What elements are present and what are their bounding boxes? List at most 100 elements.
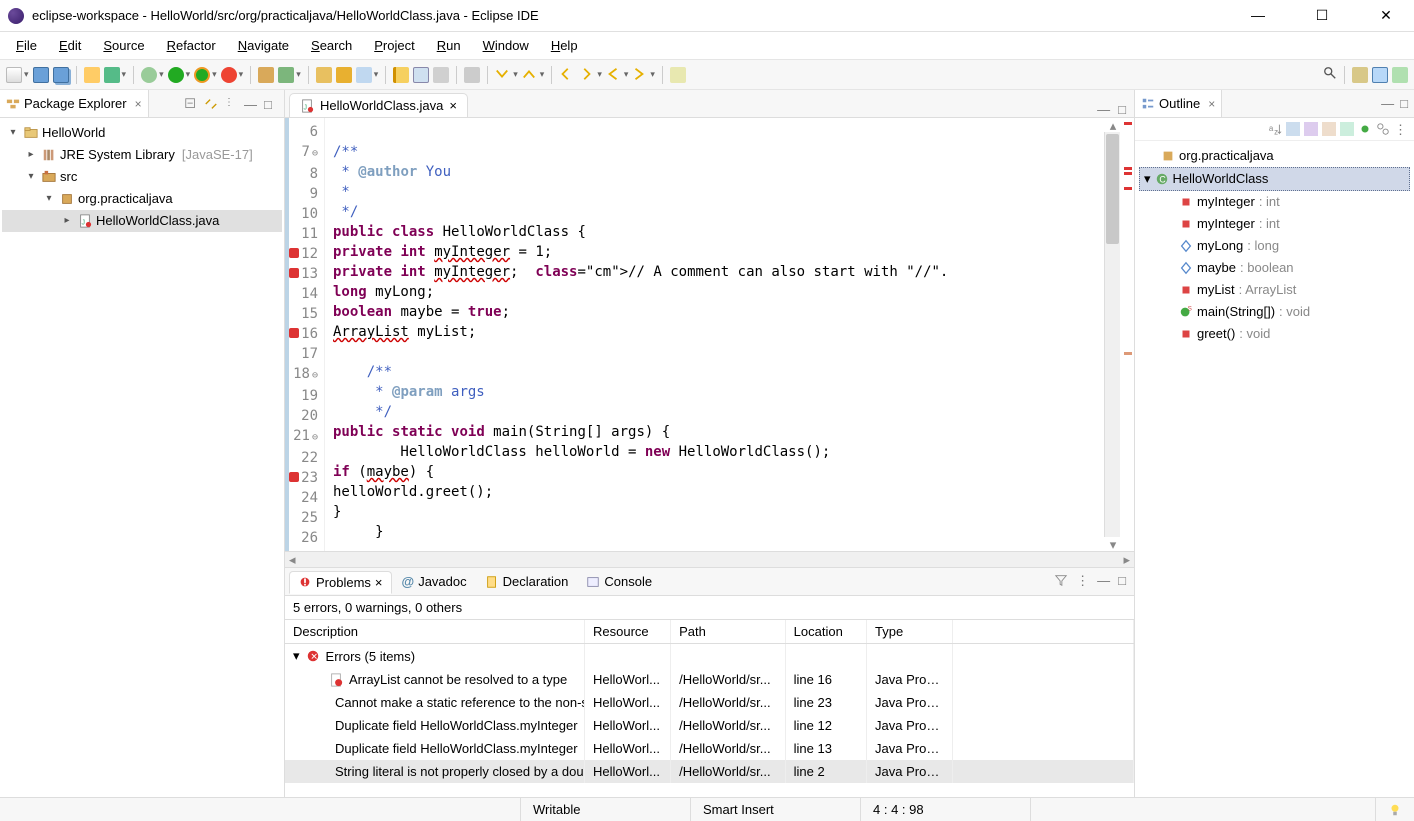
- view-menu-icon[interactable]: ⋮: [224, 97, 238, 111]
- problem-row[interactable]: String literal is not properly closed by…: [285, 760, 1134, 783]
- menu-edit[interactable]: Edit: [49, 35, 91, 56]
- save-all-icon[interactable]: [53, 67, 69, 83]
- scroll-up-icon[interactable]: ▴: [1104, 118, 1122, 132]
- next-ann-icon[interactable]: [495, 67, 511, 83]
- menu-project[interactable]: Project: [364, 35, 424, 56]
- outline-member[interactable]: greet() : void: [1139, 323, 1410, 345]
- editor-tab[interactable]: J HelloWorldClass.java ×: [289, 93, 468, 117]
- minimize-view-icon[interactable]: —: [1097, 573, 1110, 590]
- code-area[interactable]: /** * @author You * */public class Hello…: [325, 118, 1104, 551]
- task-icon[interactable]: [356, 67, 372, 83]
- filter-icon[interactable]: [1054, 573, 1068, 590]
- tab-console[interactable]: Console: [578, 571, 660, 592]
- new-package-icon[interactable]: [258, 67, 274, 83]
- outline-package[interactable]: org.practicaljava: [1139, 145, 1410, 167]
- forward-icon[interactable]: [579, 67, 595, 83]
- show-ws-icon[interactable]: [433, 67, 449, 83]
- problem-row[interactable]: Duplicate field HelloWorldClass.myIntege…: [285, 737, 1134, 760]
- twisty-icon[interactable]: ▾: [1144, 168, 1151, 190]
- search-tool-icon[interactable]: [336, 67, 352, 83]
- outline-member[interactable]: myInteger : int: [1139, 191, 1410, 213]
- menu-run[interactable]: Run: [427, 35, 471, 56]
- twisty-icon[interactable]: ▾: [6, 122, 20, 144]
- pin-editor-icon[interactable]: [670, 67, 686, 83]
- link-editor-icon[interactable]: [204, 97, 218, 111]
- build-icon[interactable]: [104, 67, 120, 83]
- maximize-view-icon[interactable]: □: [1400, 96, 1408, 111]
- debug-perspective-icon[interactable]: [1392, 67, 1408, 83]
- view-menu-icon[interactable]: ⋮: [1394, 122, 1408, 136]
- menu-source[interactable]: Source: [93, 35, 154, 56]
- overview-ruler[interactable]: [1122, 118, 1134, 551]
- outline-member[interactable]: maybe : boolean: [1139, 257, 1410, 279]
- twisty-icon[interactable]: ▸: [24, 144, 38, 166]
- open-perspective-icon[interactable]: [1352, 67, 1368, 83]
- horizontal-scrollbar[interactable]: ◂ ▸: [285, 551, 1134, 567]
- problem-row[interactable]: Duplicate field HelloWorldClass.myIntege…: [285, 714, 1134, 737]
- pkg-explorer-tab-label[interactable]: Package Explorer ×: [0, 90, 149, 117]
- nav-back-icon[interactable]: [606, 67, 622, 83]
- prev-ann-icon[interactable]: [522, 67, 538, 83]
- outline-member[interactable]: myList : ArrayList: [1139, 279, 1410, 301]
- scroll-right-icon[interactable]: ▸: [1123, 552, 1130, 568]
- filter-field-icon[interactable]: [1358, 122, 1372, 136]
- outline-member[interactable]: myInteger : int: [1139, 213, 1410, 235]
- undo-icon[interactable]: [84, 67, 100, 83]
- code-editor[interactable]: 67⊖89101112131415161718⊖192021⊖222324252…: [285, 118, 1104, 551]
- tip-icon[interactable]: [1375, 798, 1414, 821]
- maximize-editor-icon[interactable]: □: [1118, 102, 1126, 117]
- twisty-icon[interactable]: ▾: [42, 188, 56, 210]
- menu-file[interactable]: File: [6, 35, 47, 56]
- close-icon[interactable]: ×: [375, 575, 383, 590]
- tab-problems[interactable]: Problems×: [289, 571, 392, 594]
- twisty-icon[interactable]: ▾: [293, 648, 300, 664]
- col-type[interactable]: Type: [867, 620, 953, 643]
- debug-icon[interactable]: [141, 67, 157, 83]
- coverage-icon[interactable]: [194, 67, 210, 83]
- minimize-view-icon[interactable]: —: [244, 97, 258, 111]
- outline-tab-title[interactable]: Outline ×: [1135, 90, 1222, 117]
- minimize-button[interactable]: —: [1238, 7, 1278, 24]
- maximize-view-icon[interactable]: □: [1118, 573, 1126, 590]
- collapse-all-icon[interactable]: [184, 97, 198, 111]
- save-icon[interactable]: [33, 67, 49, 83]
- hide-static-icon[interactable]: [1304, 122, 1318, 136]
- twisty-icon[interactable]: ▾: [24, 166, 38, 188]
- problem-row[interactable]: Cannot make a static reference to the no…: [285, 691, 1134, 714]
- close-icon[interactable]: ×: [449, 98, 457, 113]
- hide-nonpublic-icon[interactable]: [1322, 122, 1336, 136]
- run-icon[interactable]: [168, 67, 184, 83]
- minimize-view-icon[interactable]: —: [1381, 96, 1394, 111]
- menu-navigate[interactable]: Navigate: [228, 35, 299, 56]
- twisty-icon[interactable]: ▸: [60, 210, 74, 232]
- hide-local-icon[interactable]: [1340, 122, 1354, 136]
- src-node[interactable]: ▾ src: [2, 166, 282, 188]
- close-icon[interactable]: ×: [135, 97, 142, 111]
- problem-row[interactable]: ArrayList cannot be resolved to a typeHe…: [285, 668, 1134, 691]
- open-type-icon[interactable]: [316, 67, 332, 83]
- search-icon[interactable]: [1323, 66, 1337, 83]
- back-icon[interactable]: [559, 67, 575, 83]
- menu-search[interactable]: Search: [301, 35, 362, 56]
- vertical-scrollbar[interactable]: [1104, 132, 1120, 537]
- link-icon[interactable]: [1376, 122, 1390, 136]
- project-node[interactable]: ▾ HelloWorld: [2, 122, 282, 144]
- col-path[interactable]: Path: [671, 620, 786, 643]
- menu-help[interactable]: Help: [541, 35, 588, 56]
- new-icon[interactable]: [6, 67, 22, 83]
- java-perspective-icon[interactable]: [1372, 67, 1388, 83]
- scroll-left-icon[interactable]: ◂: [289, 552, 296, 568]
- ext-tools-icon[interactable]: [221, 67, 237, 83]
- outline-tree[interactable]: org.practicaljava ▾ C HelloWorldClass my…: [1135, 141, 1414, 797]
- tab-declaration[interactable]: Declaration: [477, 571, 577, 592]
- table-header[interactable]: Description Resource Path Location Type: [285, 619, 1134, 644]
- maximize-view-icon[interactable]: □: [264, 97, 278, 111]
- outline-member[interactable]: Smain(String[]) : void: [1139, 301, 1410, 323]
- outline-class[interactable]: ▾ C HelloWorldClass: [1139, 167, 1410, 191]
- line-gutter[interactable]: 67⊖89101112131415161718⊖192021⊖222324252…: [285, 118, 325, 551]
- menu-window[interactable]: Window: [473, 35, 539, 56]
- outline-member[interactable]: myLong : long: [1139, 235, 1410, 257]
- jre-node[interactable]: ▸ JRE System Library [JavaSE-17]: [2, 144, 282, 166]
- menu-refactor[interactable]: Refactor: [157, 35, 226, 56]
- java-file-node[interactable]: ▸ J HelloWorldClass.java: [2, 210, 282, 232]
